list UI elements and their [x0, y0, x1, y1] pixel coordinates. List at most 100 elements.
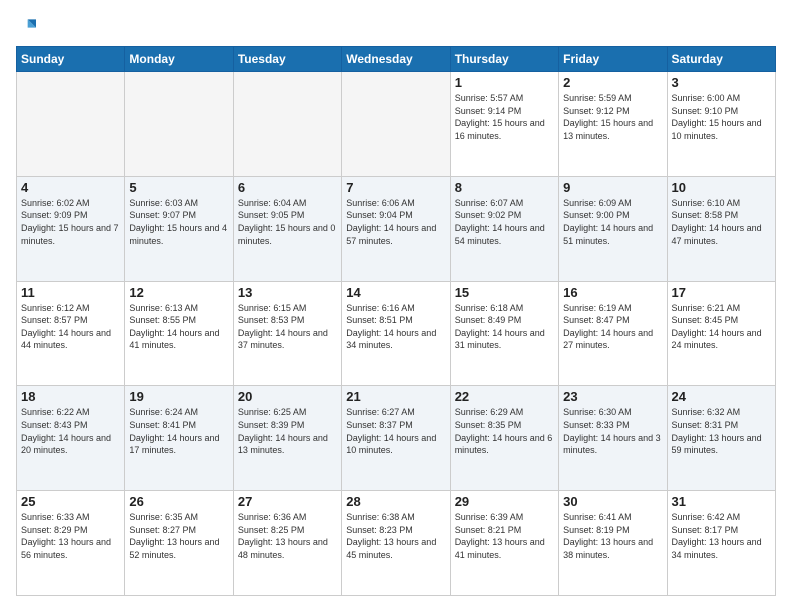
day-info: Sunrise: 6:33 AM Sunset: 8:29 PM Dayligh…	[21, 511, 120, 561]
day-info: Sunrise: 6:10 AM Sunset: 8:58 PM Dayligh…	[672, 197, 771, 247]
day-info: Sunrise: 6:09 AM Sunset: 9:00 PM Dayligh…	[563, 197, 662, 247]
day-info: Sunrise: 6:25 AM Sunset: 8:39 PM Dayligh…	[238, 406, 337, 456]
calendar-cell: 21 Sunrise: 6:27 AM Sunset: 8:37 PM Dayli…	[342, 386, 450, 491]
calendar-day-header: Wednesday	[342, 47, 450, 72]
day-number: 5	[129, 180, 228, 195]
day-number: 28	[346, 494, 445, 509]
day-info: Sunrise: 6:24 AM Sunset: 8:41 PM Dayligh…	[129, 406, 228, 456]
calendar-week-row: 11Sunrise: 6:12 AM Sunset: 8:57 PM Dayli…	[17, 281, 776, 386]
day-info: Sunrise: 6:07 AM Sunset: 9:02 PM Dayligh…	[455, 197, 554, 247]
day-info: Sunrise: 6:18 AM Sunset: 8:49 PM Dayligh…	[455, 302, 554, 352]
day-info: Sunrise: 6:16 AM Sunset: 8:51 PM Dayligh…	[346, 302, 445, 352]
day-info: Sunrise: 6:42 AM Sunset: 8:17 PM Dayligh…	[672, 511, 771, 561]
calendar-cell: 26 Sunrise: 6:35 AM Sunset: 8:27 PM Dayli…	[125, 491, 233, 596]
day-info: Sunrise: 6:15 AM Sunset: 8:53 PM Dayligh…	[238, 302, 337, 352]
day-info: Sunrise: 6:32 AM Sunset: 8:31 PM Dayligh…	[672, 406, 771, 456]
calendar-cell: 13 Sunrise: 6:15 AM Sunset: 8:53 PM Dayli…	[233, 281, 341, 386]
day-number: 2	[563, 75, 662, 90]
calendar-cell: 1 Sunrise: 5:57 AM Sunset: 9:14 PM Daylig…	[450, 72, 558, 177]
calendar-cell: 20 Sunrise: 6:25 AM Sunset: 8:39 PM Dayli…	[233, 386, 341, 491]
day-number: 7	[346, 180, 445, 195]
calendar-cell: 23 Sunrise: 6:30 AM Sunset: 8:33 PM Dayli…	[559, 386, 667, 491]
calendar-cell: 16 Sunrise: 6:19 AM Sunset: 8:47 PM Dayli…	[559, 281, 667, 386]
calendar-day-header: Tuesday	[233, 47, 341, 72]
calendar-cell: 19Sunrise: 6:24 AM Sunset: 8:41 PM Dayli…	[125, 386, 233, 491]
calendar-cell: 17 Sunrise: 6:21 AM Sunset: 8:45 PM Dayli…	[667, 281, 775, 386]
calendar-cell	[342, 72, 450, 177]
day-info: Sunrise: 6:21 AM Sunset: 8:45 PM Dayligh…	[672, 302, 771, 352]
day-info: Sunrise: 6:06 AM Sunset: 9:04 PM Dayligh…	[346, 197, 445, 247]
day-info: Sunrise: 6:12 AM Sunset: 8:57 PM Dayligh…	[21, 302, 120, 352]
day-number: 30	[563, 494, 662, 509]
logo	[16, 16, 40, 36]
calendar-cell: 25 Sunrise: 6:33 AM Sunset: 8:29 PM Dayli…	[17, 491, 125, 596]
calendar-cell: 18Sunrise: 6:22 AM Sunset: 8:43 PM Dayli…	[17, 386, 125, 491]
day-number: 6	[238, 180, 337, 195]
calendar-cell: 2 Sunrise: 5:59 AM Sunset: 9:12 PM Daylig…	[559, 72, 667, 177]
day-number: 31	[672, 494, 771, 509]
day-info: Sunrise: 5:59 AM Sunset: 9:12 PM Dayligh…	[563, 92, 662, 142]
day-info: Sunrise: 6:38 AM Sunset: 8:23 PM Dayligh…	[346, 511, 445, 561]
calendar-cell: 27Sunrise: 6:36 AM Sunset: 8:25 PM Dayli…	[233, 491, 341, 596]
calendar-cell: 3 Sunrise: 6:00 AM Sunset: 9:10 PM Daylig…	[667, 72, 775, 177]
calendar-cell: 12 Sunrise: 6:13 AM Sunset: 8:55 PM Dayli…	[125, 281, 233, 386]
day-number: 13	[238, 285, 337, 300]
day-number: 12	[129, 285, 228, 300]
day-info: Sunrise: 5:57 AM Sunset: 9:14 PM Dayligh…	[455, 92, 554, 142]
day-number: 1	[455, 75, 554, 90]
calendar-cell: 6 Sunrise: 6:04 AM Sunset: 9:05 PM Daylig…	[233, 176, 341, 281]
logo-icon	[16, 16, 36, 36]
calendar-cell: 11Sunrise: 6:12 AM Sunset: 8:57 PM Dayli…	[17, 281, 125, 386]
day-number: 25	[21, 494, 120, 509]
calendar-day-header: Sunday	[17, 47, 125, 72]
day-number: 18	[21, 389, 120, 404]
day-number: 16	[563, 285, 662, 300]
day-info: Sunrise: 6:02 AM Sunset: 9:09 PM Dayligh…	[21, 197, 120, 247]
calendar-cell: 22Sunrise: 6:29 AM Sunset: 8:35 PM Dayli…	[450, 386, 558, 491]
day-number: 4	[21, 180, 120, 195]
header	[16, 16, 776, 36]
day-info: Sunrise: 6:41 AM Sunset: 8:19 PM Dayligh…	[563, 511, 662, 561]
calendar-cell: 14 Sunrise: 6:16 AM Sunset: 8:51 PM Dayli…	[342, 281, 450, 386]
day-number: 26	[129, 494, 228, 509]
page: SundayMondayTuesdayWednesdayThursdayFrid…	[0, 0, 792, 612]
day-info: Sunrise: 6:13 AM Sunset: 8:55 PM Dayligh…	[129, 302, 228, 352]
calendar-cell: 9 Sunrise: 6:09 AM Sunset: 9:00 PM Daylig…	[559, 176, 667, 281]
day-info: Sunrise: 6:35 AM Sunset: 8:27 PM Dayligh…	[129, 511, 228, 561]
calendar-day-header: Saturday	[667, 47, 775, 72]
calendar-cell: 31 Sunrise: 6:42 AM Sunset: 8:17 PM Dayli…	[667, 491, 775, 596]
day-info: Sunrise: 6:27 AM Sunset: 8:37 PM Dayligh…	[346, 406, 445, 456]
day-number: 10	[672, 180, 771, 195]
calendar-cell: 29Sunrise: 6:39 AM Sunset: 8:21 PM Dayli…	[450, 491, 558, 596]
calendar-cell	[233, 72, 341, 177]
day-number: 17	[672, 285, 771, 300]
day-number: 27	[238, 494, 337, 509]
calendar-cell: 15 Sunrise: 6:18 AM Sunset: 8:49 PM Dayli…	[450, 281, 558, 386]
day-number: 23	[563, 389, 662, 404]
calendar-cell: 8 Sunrise: 6:07 AM Sunset: 9:02 PM Daylig…	[450, 176, 558, 281]
day-number: 9	[563, 180, 662, 195]
day-info: Sunrise: 6:04 AM Sunset: 9:05 PM Dayligh…	[238, 197, 337, 247]
day-number: 20	[238, 389, 337, 404]
calendar-week-row: 1 Sunrise: 5:57 AM Sunset: 9:14 PM Daylig…	[17, 72, 776, 177]
day-info: Sunrise: 6:00 AM Sunset: 9:10 PM Dayligh…	[672, 92, 771, 142]
calendar-cell: 4 Sunrise: 6:02 AM Sunset: 9:09 PM Daylig…	[17, 176, 125, 281]
day-number: 15	[455, 285, 554, 300]
calendar-cell: 24 Sunrise: 6:32 AM Sunset: 8:31 PM Dayli…	[667, 386, 775, 491]
day-number: 24	[672, 389, 771, 404]
day-info: Sunrise: 6:30 AM Sunset: 8:33 PM Dayligh…	[563, 406, 662, 456]
calendar-table: SundayMondayTuesdayWednesdayThursdayFrid…	[16, 46, 776, 596]
day-number: 14	[346, 285, 445, 300]
day-info: Sunrise: 6:19 AM Sunset: 8:47 PM Dayligh…	[563, 302, 662, 352]
calendar-header-row: SundayMondayTuesdayWednesdayThursdayFrid…	[17, 47, 776, 72]
calendar-cell: 5 Sunrise: 6:03 AM Sunset: 9:07 PM Daylig…	[125, 176, 233, 281]
day-number: 8	[455, 180, 554, 195]
calendar-day-header: Friday	[559, 47, 667, 72]
calendar-cell: 10 Sunrise: 6:10 AM Sunset: 8:58 PM Dayli…	[667, 176, 775, 281]
calendar-cell: 30 Sunrise: 6:41 AM Sunset: 8:19 PM Dayli…	[559, 491, 667, 596]
day-number: 3	[672, 75, 771, 90]
calendar-day-header: Monday	[125, 47, 233, 72]
day-number: 21	[346, 389, 445, 404]
day-number: 22	[455, 389, 554, 404]
day-info: Sunrise: 6:03 AM Sunset: 9:07 PM Dayligh…	[129, 197, 228, 247]
